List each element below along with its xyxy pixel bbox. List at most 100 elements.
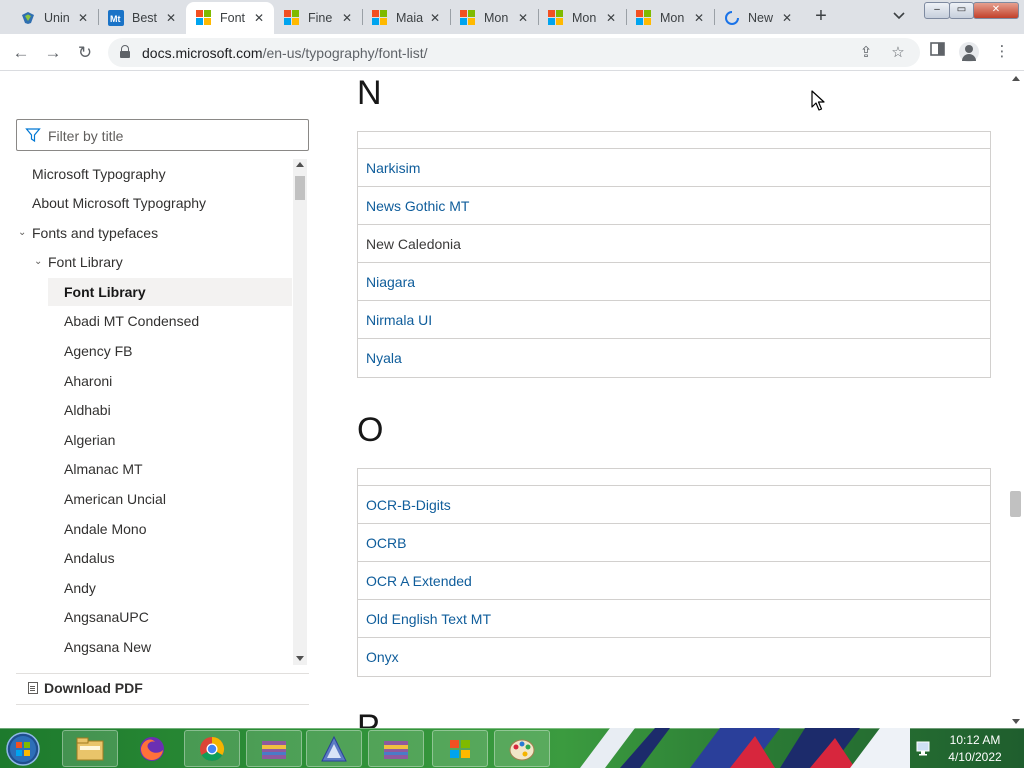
toc-item-label: About Microsoft Typography	[32, 195, 207, 211]
scroll-up-arrow-icon[interactable]	[1012, 76, 1020, 81]
new-tab-button[interactable]: +	[808, 5, 834, 29]
wallpaper-art	[580, 728, 910, 768]
toc-item-selected[interactable]: Font Library	[48, 278, 292, 306]
maximize-button[interactable]: ▭	[949, 2, 974, 19]
profile-icon[interactable]	[959, 42, 979, 62]
filter-icon	[25, 128, 41, 143]
close-tab-icon[interactable]: ✕	[162, 11, 180, 25]
font-table-o: OCR-B-Digits OCRB OCR A Extended Old Eng…	[357, 468, 991, 677]
toc-item[interactable]: Andale Mono	[16, 515, 292, 543]
toc-item[interactable]: Abadi MT Condensed	[16, 307, 292, 335]
toc-item[interactable]: Microsoft Typography	[16, 160, 292, 188]
tool-icon	[321, 735, 347, 761]
share-icon[interactable]: ⇪	[856, 43, 876, 63]
window-close-button[interactable]: ✕	[973, 2, 1019, 19]
close-tab-icon[interactable]: ✕	[514, 11, 532, 25]
toc-item[interactable]: Angsana New	[16, 633, 292, 661]
browser-toolbar: ← → ↻ docs.microsoft.com/en-us/typograph…	[0, 34, 1024, 71]
browser-tab[interactable]: Mt Best ✕	[98, 2, 186, 34]
toc-item-label: Aharoni	[64, 373, 113, 389]
font-link[interactable]: OCR-B-Digits	[358, 486, 990, 524]
reload-button[interactable]: ↻	[72, 40, 98, 66]
close-tab-icon[interactable]: ✕	[74, 11, 92, 25]
toc-item[interactable]: Andy	[16, 574, 292, 602]
network-icon[interactable]	[915, 739, 933, 757]
minimize-button[interactable]: –	[924, 2, 950, 19]
taskbar-firefox-button[interactable]	[124, 730, 180, 767]
taskbar-archive-button[interactable]	[246, 730, 302, 767]
tab-search-button[interactable]	[888, 6, 910, 28]
download-pdf-link[interactable]: Download PDF	[28, 680, 143, 696]
font-link[interactable]: Old English Text MT	[358, 600, 990, 638]
scroll-down-arrow-icon[interactable]	[296, 656, 304, 661]
lock-icon[interactable]	[120, 45, 130, 59]
forward-button[interactable]: →	[40, 40, 66, 66]
table-header	[358, 132, 990, 149]
close-tab-icon[interactable]: ✕	[426, 11, 444, 25]
toc-item-label: American Uncial	[64, 491, 166, 507]
toc-item[interactable]: Aldhabi	[16, 396, 292, 424]
toc-item[interactable]: Aharoni	[16, 367, 292, 395]
scroll-down-arrow-icon[interactable]	[1012, 719, 1020, 724]
toc-item-font-library-group[interactable]: ⌄ Font Library	[16, 248, 292, 276]
taskbar-paint-button[interactable]	[494, 730, 550, 767]
chevron-down-icon[interactable]: ⌄	[18, 219, 26, 247]
taskbar-chrome-button[interactable]	[184, 730, 240, 767]
toc-item[interactable]: American Uncial	[16, 485, 292, 513]
toc-item[interactable]: Algerian	[16, 426, 292, 454]
taskbar-archive-button[interactable]	[368, 730, 424, 767]
back-button[interactable]: ←	[8, 40, 34, 66]
browser-tab[interactable]: Fine ✕	[274, 2, 362, 34]
divider	[16, 673, 309, 674]
toc-item[interactable]: About Microsoft Typography	[16, 189, 292, 217]
toc-item[interactable]: Agency FB	[16, 337, 292, 365]
taskbar-windows-button[interactable]	[432, 730, 488, 767]
font-link[interactable]: OCRB	[358, 524, 990, 562]
clock-date[interactable]: 4/10/2022	[940, 750, 1010, 764]
browser-tab[interactable]: Mon ✕	[450, 2, 538, 34]
toc-scrollbar[interactable]	[293, 159, 307, 665]
chevron-down-icon[interactable]: ⌄	[34, 248, 42, 276]
start-button[interactable]	[3, 730, 43, 768]
browser-tab-active[interactable]: Font ✕	[186, 2, 274, 34]
taskbar-tool-button[interactable]	[306, 730, 362, 767]
toc-item-fonts-and-typefaces[interactable]: ⌄ Fonts and typefaces	[16, 219, 292, 247]
close-tab-icon[interactable]: ✕	[602, 11, 620, 25]
windows-explorer-icon	[76, 737, 104, 760]
browser-tab[interactable]: Unin ✕	[10, 2, 98, 34]
tab-label: Mon	[484, 11, 509, 25]
font-link[interactable]: Nyala	[358, 339, 990, 377]
font-link[interactable]: Narkisim	[358, 149, 990, 187]
url-text[interactable]: docs.microsoft.com/en-us/typography/font…	[142, 45, 428, 61]
close-tab-icon[interactable]: ✕	[338, 11, 356, 25]
scrollbar-thumb[interactable]	[295, 176, 305, 200]
toc-item-label: Font Library	[48, 254, 123, 270]
toc-item[interactable]: Andalus	[16, 544, 292, 572]
side-panel-button[interactable]	[927, 42, 947, 62]
close-tab-icon[interactable]: ✕	[250, 11, 268, 25]
close-tab-icon[interactable]: ✕	[778, 11, 796, 25]
toc-item[interactable]: Almanac MT	[16, 455, 292, 483]
font-link[interactable]: OCR A Extended	[358, 562, 990, 600]
filter-input[interactable]	[48, 126, 298, 145]
font-link[interactable]: Niagara	[358, 263, 990, 301]
toc-item[interactable]: AngsanaUPC	[16, 603, 292, 631]
browser-tab[interactable]: New ✕	[714, 2, 802, 34]
clock-time[interactable]: 10:12 AM	[940, 733, 1010, 747]
font-link[interactable]: News Gothic MT	[358, 187, 990, 225]
font-link[interactable]: Nirmala UI	[358, 301, 990, 339]
menu-icon[interactable]: ⋮	[992, 42, 1012, 62]
address-bar[interactable]: docs.microsoft.com/en-us/typography/font…	[108, 38, 920, 67]
taskbar-explorer-button[interactable]	[62, 730, 118, 767]
browser-tab[interactable]: Mon ✕	[626, 2, 714, 34]
scrollbar-thumb[interactable]	[1010, 491, 1021, 517]
toc-item-label: Almanac MT	[64, 461, 143, 477]
close-tab-icon[interactable]: ✕	[690, 11, 708, 25]
font-link[interactable]: Onyx	[358, 638, 990, 676]
mouse-cursor-icon	[811, 90, 825, 111]
scroll-up-arrow-icon[interactable]	[296, 162, 304, 167]
browser-tab[interactable]: Mon ✕	[538, 2, 626, 34]
bookmark-star-icon[interactable]: ☆	[888, 43, 908, 63]
browser-tab[interactable]: Maia ✕	[362, 2, 450, 34]
page-scrollbar[interactable]	[1007, 71, 1024, 728]
